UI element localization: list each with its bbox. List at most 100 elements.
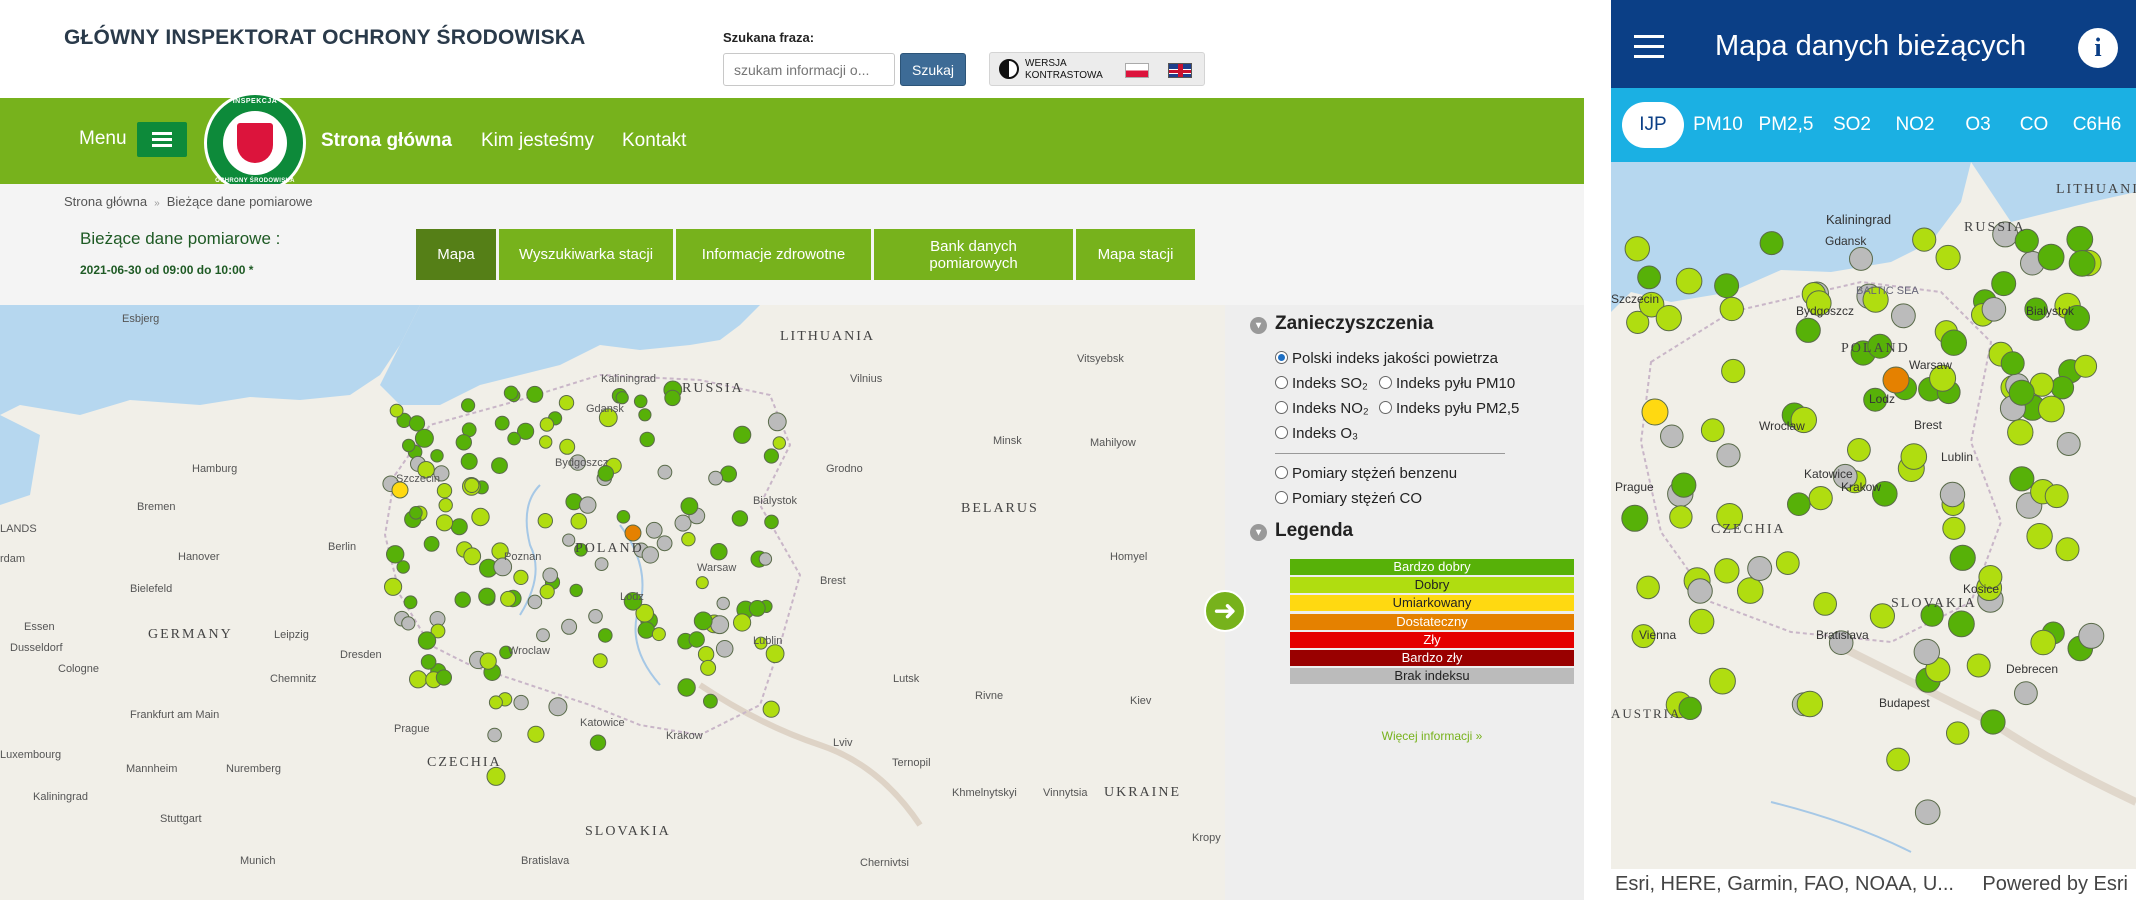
station-marker[interactable]: [592, 653, 608, 669]
station-marker[interactable]: [561, 618, 578, 635]
station-marker[interactable]: [716, 596, 730, 611]
station-marker[interactable]: [2037, 243, 2065, 271]
arrow-right-icon[interactable]: ➜: [1204, 590, 1246, 632]
station-marker[interactable]: [1939, 481, 1966, 508]
search-button[interactable]: Szukaj: [900, 53, 966, 86]
station-marker[interactable]: [1737, 577, 1764, 604]
option-pm25[interactable]: Indeks pyłu PM2,5: [1379, 400, 1519, 417]
powered-by-link[interactable]: Powered by Esri: [1982, 869, 2128, 900]
station-marker[interactable]: [1759, 231, 1784, 256]
station-marker[interactable]: [539, 435, 553, 449]
station-marker[interactable]: [767, 412, 787, 432]
station-marker[interactable]: [450, 518, 468, 536]
station-marker[interactable]: [772, 436, 786, 450]
station-marker[interactable]: [1719, 296, 1745, 322]
radio-icon[interactable]: [1275, 401, 1288, 414]
station-marker[interactable]: [588, 609, 603, 624]
station-marker[interactable]: [548, 697, 568, 717]
station-marker[interactable]: [494, 415, 510, 431]
station-marker[interactable]: [1847, 438, 1871, 462]
station-marker[interactable]: [435, 669, 452, 686]
chevron-icon[interactable]: ▾: [1250, 524, 1267, 541]
station-marker[interactable]: [758, 552, 773, 566]
station-marker[interactable]: [527, 725, 545, 743]
station-marker[interactable]: [762, 700, 780, 718]
station-marker[interactable]: [1946, 721, 1970, 745]
station-marker[interactable]: [1678, 696, 1702, 720]
station-marker[interactable]: [1687, 578, 1713, 604]
tab-pm10[interactable]: PM10: [1689, 102, 1747, 148]
station-marker[interactable]: [488, 695, 503, 710]
station-marker[interactable]: [2068, 250, 2096, 277]
option-no2[interactable]: Indeks NO₂: [1275, 400, 1369, 417]
option-polish-index[interactable]: Polski indeks jakości powietrza: [1275, 350, 1498, 367]
station-marker[interactable]: [386, 545, 405, 564]
option-so2[interactable]: Indeks SO₂: [1275, 375, 1368, 392]
station-marker[interactable]: [1709, 667, 1736, 695]
breadcrumb-item[interactable]: Strona główna: [64, 194, 147, 209]
station-marker[interactable]: [389, 403, 404, 418]
nav-link-home[interactable]: Strona główna: [321, 130, 452, 152]
station-marker[interactable]: [1900, 443, 1928, 470]
station-marker[interactable]: [562, 533, 576, 547]
station-marker[interactable]: [1913, 638, 1940, 666]
station-marker[interactable]: [664, 389, 681, 407]
station-marker[interactable]: [1637, 265, 1661, 290]
station-marker[interactable]: [539, 417, 555, 432]
station-marker[interactable]: [1669, 505, 1693, 529]
station-marker[interactable]: [2009, 466, 2035, 492]
station-marker[interactable]: [1700, 418, 1725, 443]
contrast-version-link[interactable]: WERSJA KONTRASTOWA: [1025, 58, 1103, 82]
station-marker[interactable]: [435, 514, 454, 532]
tab-health-info[interactable]: Informacje zdrowotne: [676, 229, 871, 280]
station-marker[interactable]: [408, 415, 426, 432]
station-marker[interactable]: [414, 428, 434, 448]
station-marker[interactable]: [638, 408, 652, 422]
station-marker[interactable]: [657, 464, 673, 480]
station-markers[interactable]: [0, 305, 1225, 900]
station-marker[interactable]: [2074, 354, 2098, 378]
station-marker[interactable]: [598, 628, 613, 643]
station-marker[interactable]: [733, 425, 752, 444]
station-marker[interactable]: [1655, 305, 1682, 332]
station-marker[interactable]: [423, 536, 440, 552]
station-marker[interactable]: [1716, 443, 1741, 468]
station-marker[interactable]: [1796, 690, 1824, 718]
tab-map[interactable]: Mapa: [416, 229, 496, 280]
menu-button[interactable]: [137, 122, 187, 157]
station-marker[interactable]: [1891, 303, 1916, 329]
station-marker[interactable]: [615, 391, 629, 405]
station-marker[interactable]: [491, 457, 508, 475]
tab-so2[interactable]: SO2: [1826, 102, 1878, 148]
station-marker[interactable]: [715, 640, 734, 658]
station-marker[interactable]: [680, 497, 699, 516]
tab-c6h6[interactable]: C6H6: [2067, 102, 2127, 148]
station-marker[interactable]: [436, 483, 453, 499]
station-marker[interactable]: [1721, 358, 1746, 384]
station-marker[interactable]: [464, 477, 480, 493]
tab-ijp[interactable]: IJP: [1622, 102, 1684, 148]
station-marker[interactable]: [558, 395, 575, 411]
station-marker[interactable]: [1942, 516, 1966, 540]
station-marker[interactable]: [2030, 629, 2057, 656]
station-marker[interactable]: [478, 587, 496, 605]
station-marker[interactable]: [765, 644, 785, 664]
station-marker[interactable]: [438, 498, 453, 513]
station-marker[interactable]: [2007, 419, 2034, 446]
station-marker[interactable]: [710, 543, 728, 561]
station-marker[interactable]: [681, 532, 696, 547]
station-marker[interactable]: [693, 611, 713, 631]
legend-heading[interactable]: ▾ Legenda: [1250, 520, 1353, 542]
station-marker[interactable]: [526, 385, 544, 403]
station-marker[interactable]: [1849, 246, 1873, 271]
station-marker[interactable]: [409, 670, 428, 689]
station-marker[interactable]: [461, 398, 476, 413]
station-marker[interactable]: [1948, 610, 1975, 638]
search-input[interactable]: [723, 53, 895, 86]
station-marker[interactable]: [460, 452, 478, 470]
station-marker[interactable]: [1641, 398, 1669, 426]
station-marker[interactable]: [384, 577, 403, 596]
station-marker[interactable]: [1914, 799, 1941, 826]
station-marker[interactable]: [677, 678, 696, 697]
station-marker[interactable]: [396, 560, 410, 574]
